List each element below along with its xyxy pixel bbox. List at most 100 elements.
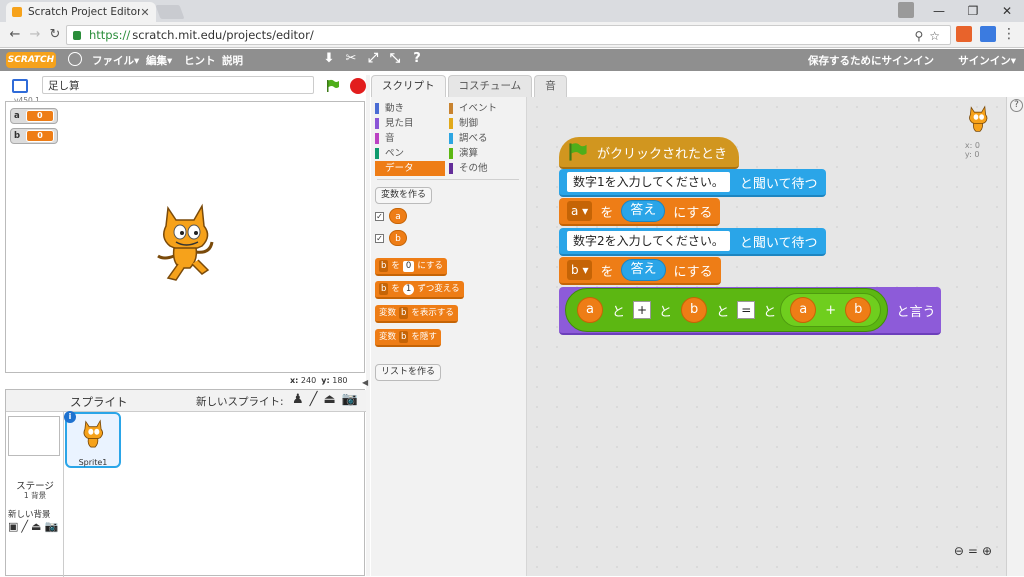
variable-dropdown[interactable]: a ▾ bbox=[567, 201, 593, 221]
make-list-button[interactable]: リストを作る bbox=[375, 364, 442, 381]
duplicate-icon[interactable]: ⬇ bbox=[322, 51, 336, 66]
when-flag-clicked-block[interactable]: がクリックされたとき bbox=[559, 137, 739, 169]
tab-sounds[interactable]: 音 bbox=[534, 75, 567, 97]
camera-backdrop-icon[interactable]: 📷 bbox=[44, 520, 58, 533]
checkbox-var-a[interactable]: ✓ bbox=[375, 212, 384, 221]
category-data[interactable]: データ bbox=[375, 161, 445, 176]
collapse-arrow-icon[interactable]: ◀ bbox=[362, 378, 368, 387]
tab-title: Scratch Project Editor - I bbox=[28, 6, 140, 18]
camera-sprite-icon[interactable]: 📷 bbox=[342, 392, 358, 407]
upload-backdrop-icon[interactable]: ⏏ bbox=[31, 520, 41, 533]
choose-backdrop-icon[interactable]: ▣ bbox=[8, 520, 18, 533]
fullscreen-icon[interactable] bbox=[12, 79, 28, 93]
equals-text-input[interactable]: = bbox=[737, 301, 756, 319]
menu-edit[interactable]: 編集▾ bbox=[146, 53, 172, 68]
project-title-input[interactable]: 足し算 bbox=[42, 76, 314, 94]
url-bar[interactable]: https:// scratch.mit.edu/projects/editor… bbox=[66, 25, 951, 45]
category-motion[interactable]: 動き bbox=[375, 101, 445, 116]
extension-icon[interactable] bbox=[980, 26, 996, 42]
reload-icon[interactable]: ↻ bbox=[46, 26, 64, 44]
variable-reporter-b[interactable]: b bbox=[681, 297, 708, 323]
join-reporter[interactable]: a と + と b と = と a + b bbox=[565, 288, 889, 332]
browser-menu-icon[interactable]: ⋮ bbox=[1002, 26, 1016, 42]
pin-icon[interactable]: ⚲ bbox=[914, 29, 923, 43]
stop-sign-icon[interactable] bbox=[350, 78, 366, 94]
change-variable-block[interactable]: b を 1 ずつ変える bbox=[375, 281, 464, 299]
paint-backdrop-icon[interactable]: ╱ bbox=[21, 520, 28, 533]
tab-scripts[interactable]: スクリプト bbox=[371, 75, 446, 97]
tab-costumes[interactable]: コスチューム bbox=[447, 75, 533, 97]
variable-dropdown[interactable]: b ▾ bbox=[567, 260, 593, 280]
menu-tips[interactable]: ヒント bbox=[184, 53, 216, 68]
category-control[interactable]: 制御 bbox=[449, 116, 519, 131]
browser-tab[interactable]: Scratch Project Editor - I ✕ bbox=[6, 2, 156, 22]
signin-menu[interactable]: サインイン▾ bbox=[958, 53, 1016, 68]
help-icon[interactable]: ? bbox=[1010, 99, 1023, 112]
bookmark-star-icon[interactable]: ☆ bbox=[929, 29, 940, 43]
category-sound[interactable]: 音 bbox=[375, 131, 445, 146]
category-events[interactable]: イベント bbox=[449, 101, 519, 116]
menu-file[interactable]: ファイル▾ bbox=[92, 53, 139, 68]
choose-sprite-icon[interactable]: ♟ bbox=[292, 392, 304, 407]
lock-icon bbox=[73, 30, 81, 40]
paint-sprite-icon[interactable]: ╱ bbox=[310, 392, 318, 407]
variable-reporter-a[interactable]: a bbox=[577, 297, 603, 323]
addition-reporter[interactable]: a + b bbox=[780, 293, 882, 327]
save-signin-link[interactable]: 保存するためにサインイン bbox=[808, 53, 934, 68]
hide-variable-block[interactable]: 変数 b を隠す bbox=[375, 329, 441, 347]
stage-canvas[interactable]: a 0 b 0 bbox=[5, 101, 365, 373]
variable-reporter-b[interactable]: b bbox=[389, 230, 407, 246]
monitor-value: 0 bbox=[26, 130, 55, 142]
variable-reporter-b[interactable]: b bbox=[845, 297, 872, 323]
scratch-logo[interactable]: SCRATCH bbox=[6, 52, 56, 68]
shrink-icon[interactable]: ⤡ bbox=[388, 51, 402, 66]
say-block[interactable]: a と + と b と = と a + b と言う bbox=[559, 287, 942, 335]
minimize-icon[interactable]: — bbox=[922, 0, 956, 22]
ask-prompt-input[interactable]: 数字1を入力してください。 bbox=[567, 172, 730, 192]
set-a-to-answer-block[interactable]: a ▾ を 答え にする bbox=[559, 198, 721, 226]
scratch-cat-sprite[interactable] bbox=[154, 202, 216, 282]
menu-about[interactable]: 説明 bbox=[222, 53, 243, 68]
upload-sprite-icon[interactable]: ⏏ bbox=[323, 392, 335, 407]
close-window-icon[interactable]: ✕ bbox=[990, 0, 1024, 22]
back-icon[interactable]: ← bbox=[6, 26, 24, 44]
checkbox-var-b[interactable]: ✓ bbox=[375, 234, 384, 243]
category-looks[interactable]: 見た目 bbox=[375, 116, 445, 131]
ask-prompt-input[interactable]: 数字2を入力してください。 bbox=[567, 231, 730, 251]
category-sensing[interactable]: 調べる bbox=[449, 131, 519, 146]
ask-and-wait-block-2[interactable]: 数字2を入力してください。 と聞いて待つ bbox=[559, 228, 826, 256]
set-variable-block[interactable]: b を 0 にする bbox=[375, 258, 447, 276]
extension-icon[interactable] bbox=[956, 26, 972, 42]
grow-icon[interactable]: ⤢ bbox=[366, 51, 380, 66]
variable-monitor-a[interactable]: a 0 bbox=[10, 108, 58, 124]
category-more-blocks[interactable]: その他 bbox=[449, 161, 519, 176]
close-tab-icon[interactable]: ✕ bbox=[140, 6, 150, 19]
info-icon[interactable]: i bbox=[64, 411, 76, 423]
answer-reporter[interactable]: 答え bbox=[621, 200, 666, 222]
delete-icon[interactable]: ✂ bbox=[344, 51, 358, 66]
ask-and-wait-block-1[interactable]: 数字1を入力してください。 と聞いて待つ bbox=[559, 169, 826, 197]
variable-monitor-b[interactable]: b 0 bbox=[10, 128, 59, 144]
zoom-out-icon[interactable]: ⊖ bbox=[954, 544, 964, 558]
category-operators[interactable]: 演算 bbox=[449, 146, 519, 161]
set-b-to-answer-block[interactable]: b ▾ を 答え にする bbox=[559, 257, 721, 285]
user-profile-icon[interactable] bbox=[898, 2, 914, 18]
answer-reporter[interactable]: 答え bbox=[621, 259, 666, 281]
show-variable-block[interactable]: 変数 b を表示する bbox=[375, 305, 458, 323]
stage-thumbnail[interactable] bbox=[8, 416, 60, 456]
zoom-reset-icon[interactable]: = bbox=[968, 544, 978, 558]
plus-text-input[interactable]: + bbox=[632, 301, 651, 319]
help-icon[interactable]: ? bbox=[410, 51, 424, 66]
forward-icon[interactable]: → bbox=[26, 26, 44, 44]
variable-reporter-a[interactable]: a bbox=[389, 208, 407, 224]
green-flag-icon[interactable] bbox=[326, 79, 340, 93]
language-globe-icon[interactable] bbox=[68, 52, 82, 66]
sprite-thumbnail[interactable]: i Sprite1 bbox=[64, 411, 121, 468]
new-tab-button[interactable] bbox=[155, 5, 185, 19]
variable-reporter-a[interactable]: a bbox=[790, 297, 817, 323]
restore-icon[interactable]: ❐ bbox=[956, 0, 990, 22]
make-variable-button[interactable]: 変数を作る bbox=[375, 187, 433, 204]
script-area[interactable]: がクリックされたとき 数字1を入力してください。 と聞いて待つ a ▾ を 答え… bbox=[527, 97, 1006, 576]
category-pen[interactable]: ペン bbox=[375, 146, 445, 161]
zoom-in-icon[interactable]: ⊕ bbox=[982, 544, 992, 558]
